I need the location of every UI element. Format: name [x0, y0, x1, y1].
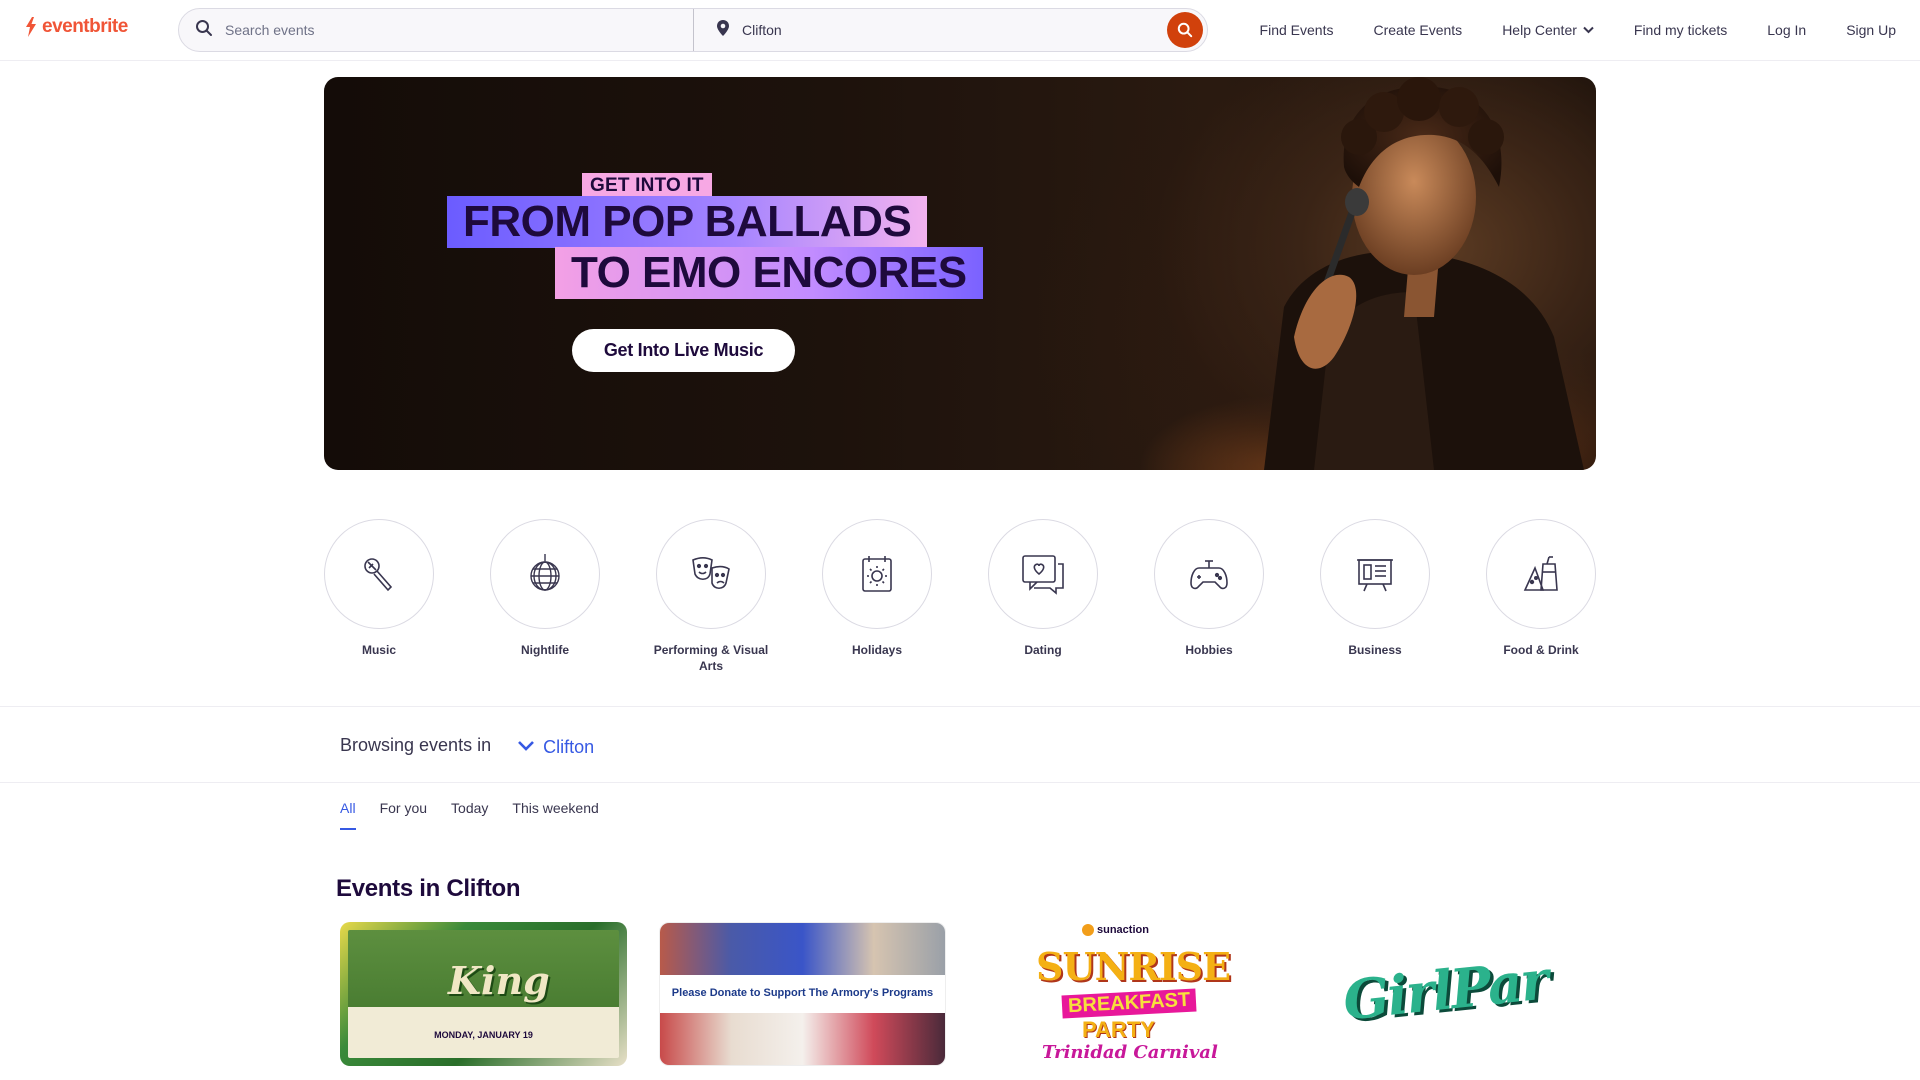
hero-banner[interactable]: GET INTO IT FROM POP BALLADS TO EMO ENCO…	[324, 77, 1596, 470]
sun-icon	[1082, 924, 1094, 936]
chevron-down-icon	[1583, 26, 1594, 34]
category-circle	[1320, 519, 1430, 629]
browsing-label: Browsing events in	[340, 735, 492, 755]
event-art-date: MONDAY, JANUARY 19	[434, 1030, 533, 1040]
browsing-location-row: Browsing events in Clifton	[340, 733, 594, 758]
microphone-icon	[364, 558, 393, 592]
search-bar	[178, 8, 1208, 52]
search-icon	[195, 19, 213, 42]
chat-heart-icon	[1022, 555, 1064, 595]
chevron-down-icon	[518, 740, 534, 751]
category-circle	[324, 519, 434, 629]
event-card-girlpar[interactable]: GirlPar	[1297, 922, 1584, 1066]
event-art-title: King	[448, 958, 550, 1003]
search-events-section	[179, 9, 694, 51]
search-submit-button[interactable]	[1167, 12, 1203, 48]
category-label: Dating	[1024, 643, 1062, 657]
category-row: Music Nightlife Performing & Visual Arts…	[324, 519, 1596, 674]
event-cards-row: King MONDAY, JANUARY 19 Please Donate to…	[340, 922, 1584, 1066]
event-card-armory-donate[interactable]: Please Donate to Support The Armory's Pr…	[659, 922, 946, 1066]
section-divider	[0, 782, 1920, 783]
theater-masks-icon	[692, 556, 730, 590]
section-divider	[0, 706, 1920, 707]
nav-find-events[interactable]: Find Events	[1240, 22, 1354, 38]
nav-find-my-tickets[interactable]: Find my tickets	[1614, 22, 1747, 38]
category-label: Food & Drink	[1503, 643, 1579, 657]
nav-help-center[interactable]: Help Center	[1482, 22, 1614, 38]
presentation-board-icon	[1357, 559, 1393, 592]
event-card-king-classic[interactable]: King MONDAY, JANUARY 19	[340, 922, 627, 1066]
events-section-title: Events in Clifton	[336, 875, 521, 902]
hero-headline-line-2: TO EMO ENCORES	[555, 247, 983, 299]
singer-photo	[1264, 77, 1584, 470]
category-music[interactable]: Music	[324, 519, 434, 674]
tab-for-you[interactable]: For you	[380, 800, 427, 830]
category-performing-visual-arts[interactable]: Performing & Visual Arts	[654, 519, 768, 674]
category-circle	[822, 519, 932, 629]
tab-all[interactable]: All	[340, 800, 356, 830]
calendar-sun-icon	[862, 556, 892, 592]
category-circle	[656, 519, 766, 629]
tab-today[interactable]: Today	[451, 800, 488, 830]
event-image-photos	[660, 923, 945, 975]
logo-text: eventbrite	[42, 16, 128, 37]
event-art-subtitle: PARTY	[1082, 1017, 1155, 1042]
category-business[interactable]: Business	[1320, 519, 1430, 674]
nav-create-events[interactable]: Create Events	[1353, 22, 1482, 38]
category-label: Hobbies	[1185, 643, 1233, 657]
hero-headline-line-1: FROM POP BALLADS	[447, 196, 928, 248]
category-dating[interactable]: Dating	[988, 519, 1098, 674]
event-art-subtitle: BREAKFAST	[1061, 988, 1197, 1019]
category-hobbies[interactable]: Hobbies	[1154, 519, 1264, 674]
event-card-sunrise-breakfast-party[interactable]: sunaction SUNRISE BREAKFAST PARTY Trinid…	[978, 922, 1265, 1066]
location-pin-icon	[716, 19, 730, 42]
event-art-tagline: Trinidad Carnival	[1042, 1042, 1218, 1063]
disco-ball-icon	[530, 554, 560, 591]
search-events-input[interactable]	[225, 22, 693, 38]
category-label: Business	[1348, 643, 1402, 657]
event-art-brand: sunaction	[1082, 924, 1149, 936]
event-image-photos	[660, 1013, 945, 1065]
event-image: King MONDAY, JANUARY 19	[348, 930, 619, 1058]
location-dropdown[interactable]: Clifton	[517, 733, 594, 758]
top-header: eventbrite Find Events Create Events Hel…	[0, 0, 1920, 61]
location-section	[694, 9, 1207, 51]
nav-sign-up[interactable]: Sign Up	[1826, 22, 1920, 38]
category-circle	[988, 519, 1098, 629]
category-circle	[1486, 519, 1596, 629]
event-art-title: GirlPar	[1340, 947, 1550, 1033]
category-label: Music	[361, 643, 396, 657]
tab-this-weekend[interactable]: This weekend	[512, 800, 598, 830]
gamepad-icon	[1190, 560, 1228, 590]
event-filter-tabs: All For you Today This weekend	[340, 800, 599, 830]
category-label: Holidays	[851, 643, 902, 657]
nav-log-in[interactable]: Log In	[1747, 22, 1826, 38]
event-art-title: SUNRISE	[1036, 944, 1231, 989]
category-label: Nightlife	[521, 643, 569, 657]
location-dropdown-value: Clifton	[543, 737, 595, 757]
category-label: Performing & Visual Arts	[653, 643, 769, 673]
eventbrite-logo-icon	[23, 16, 39, 38]
category-circle	[490, 519, 600, 629]
category-food-drink[interactable]: Food & Drink	[1486, 519, 1596, 674]
category-nightlife[interactable]: Nightlife	[490, 519, 600, 674]
search-icon	[1177, 22, 1193, 38]
get-into-live-music-button[interactable]: Get Into Live Music	[572, 329, 795, 372]
main-nav: Find Events Create Events Help Center Fi…	[1240, 0, 1920, 60]
eventbrite-logo[interactable]: eventbrite	[23, 16, 128, 38]
category-holidays[interactable]: Holidays	[822, 519, 932, 674]
location-input[interactable]	[742, 22, 1155, 38]
category-circle	[1154, 519, 1264, 629]
event-art-title: Please Donate to Support The Armory's Pr…	[671, 987, 934, 999]
drinks-icon	[1523, 556, 1558, 591]
